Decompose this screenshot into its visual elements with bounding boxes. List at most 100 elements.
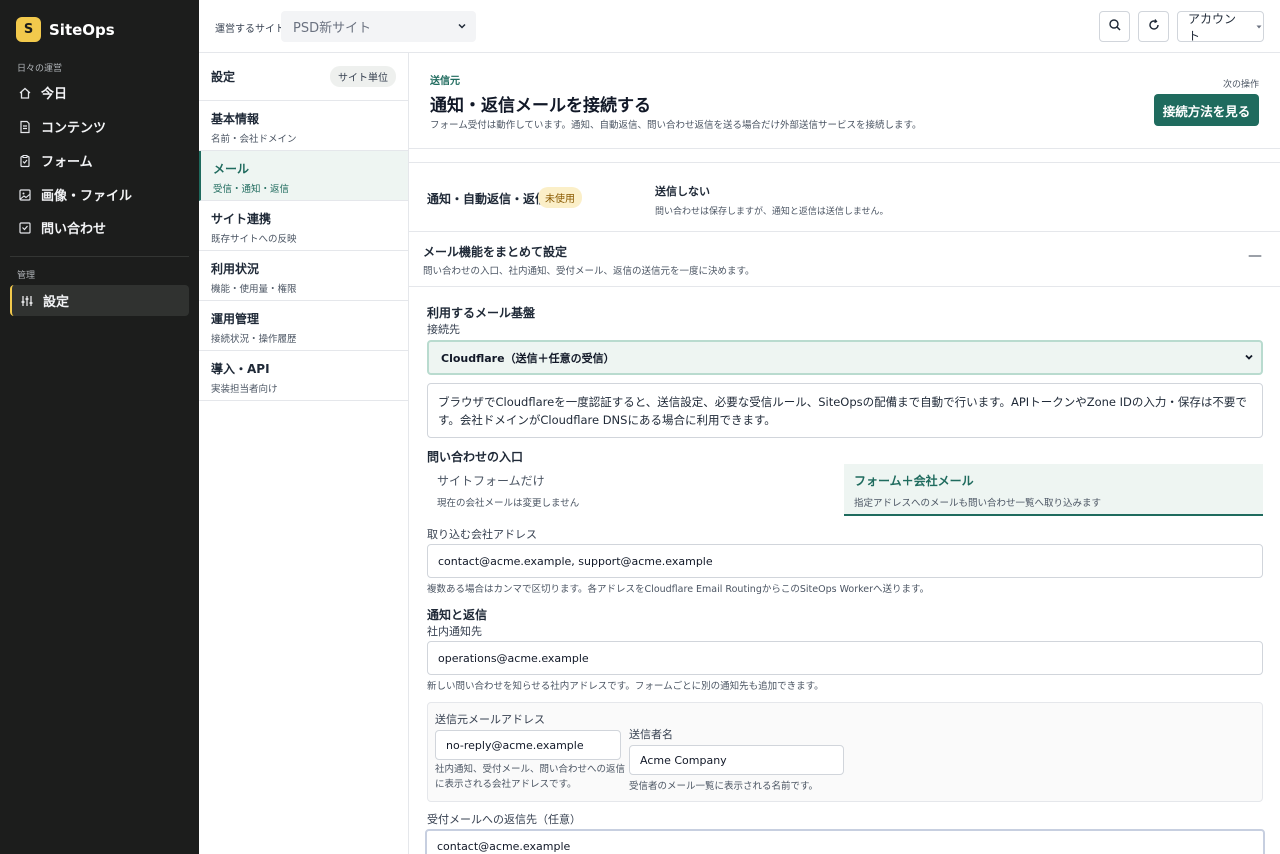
page-title: 通知・返信メールを接続する [430,96,651,116]
reply-to-label: 受付メールへの返信先（任意） [427,813,581,826]
hero-section: 送信元 通知・返信メールを接続する フォーム受付は動作しています。通知、自動返信… [409,53,1280,149]
sender-address-label: 送信元メールアドレス [435,713,545,726]
settings-nav-title: 設定 [211,70,236,84]
import-address-help: 複数ある場合はカンマで区切ります。各アドレスをCloudflare Email … [427,584,930,595]
hero-description: フォーム受付は動作しています。通知、自動返信、問い合わせ返信を送る場合だけ外部送… [430,120,922,131]
sidebar-item-forms[interactable]: フォーム [10,145,189,176]
settings-nav-item-sub: 実装担当者向け [211,384,278,395]
sidebar-item-settings[interactable]: 設定 [10,285,189,316]
settings-nav-item-title: 基本情報 [211,112,260,126]
hero-eyebrow: 送信元 [430,76,460,87]
home-icon [18,86,32,100]
status-badge: 未使用 [538,187,582,208]
status-label: 通知・自動返信・返信 [427,192,548,206]
document-icon [18,120,32,134]
scope-badge: サイト単位 [330,66,396,87]
topbar: 運営するサイト PSD新サイト アカウント [199,0,1280,53]
sidebar-item-label: 画像・ファイル [41,189,133,204]
entry-option-sub: 指定アドレスへのメールも問い合わせ一覧へ取り込みます [854,498,1102,509]
refresh-icon [1147,18,1161,35]
settings-nav-item-mail[interactable]: メール 受信・通知・返信 [199,151,408,201]
sidebar-section-daily: 日々の運営 [17,64,63,74]
brand-name: SiteOps [49,20,115,39]
sidebar-item-today[interactable]: 今日 [10,77,189,108]
connect-label: 接続先 [427,323,460,336]
settings-nav-item-sub: 機能・使用量・権限 [211,284,297,295]
settings-nav-item-integration[interactable]: サイト連携 既存サイトへの反映 [199,201,408,251]
connection-select[interactable]: Cloudflare（送信＋任意の受信） [427,340,1263,375]
entry-option-title: サイトフォームだけ [437,474,545,488]
settings-nav-item-basic[interactable]: 基本情報 名前・会社ドメイン [199,101,408,151]
caret-down-icon [1255,20,1263,34]
settings-nav-header: 設定 サイト単位 [199,53,408,101]
settings-nav-item-sub: 接続状況・操作履歴 [211,334,297,345]
sender-address-help: 社内通知、受付メール、問い合わせへの返信に表示される会社アドレスです。 [435,764,626,790]
notify-label: 社内通知先 [427,625,482,638]
status-description: 問い合わせは保存しますが、通知と返信は送信しません。 [655,207,889,217]
settings-nav-item-title: サイト連携 [211,212,272,226]
settings-nav-item-usage[interactable]: 利用状況 機能・使用量・権限 [199,251,408,301]
settings-nav-item-title: メール [213,162,250,176]
import-address-input[interactable]: contact@acme.example, support@acme.examp… [427,544,1263,578]
settings-nav-item-sub: 名前・会社ドメイン [211,134,297,145]
settings-nav: 設定 サイト単位 基本情報 名前・会社ドメイン メール 受信・通知・返信 サイト… [199,53,409,854]
notify-section-title: 通知と返信 [427,608,488,622]
entry-option-form-and-mail[interactable]: フォーム＋会社メール 指定アドレスへのメールも問い合わせ一覧へ取り込みます [844,464,1263,516]
connection-select-value: Cloudflare（送信＋任意の受信） [441,351,615,365]
search-button[interactable] [1099,11,1130,42]
settings-nav-item-api[interactable]: 導入・API 実装担当者向け [199,351,408,401]
brand-logo: S [16,17,41,42]
site-select-label: 運営するサイト [215,24,285,35]
refresh-button[interactable] [1138,11,1169,42]
site-select[interactable]: PSD新サイト [281,11,476,42]
view-connection-button[interactable]: 接続方法を見る [1154,94,1259,126]
sidebar-item-content[interactable]: コンテンツ [10,111,189,142]
sender-name-input[interactable]: Acme Company [629,745,844,775]
notify-help: 新しい問い合わせを知らせる社内アドレスです。フォームごとに別の通知先も追加できま… [427,681,824,692]
search-icon [1108,18,1122,35]
reply-to-input[interactable]: contact@acme.example [425,829,1265,854]
entry-option-title: フォーム＋会社メール [854,474,974,488]
sidebar-item-inquiries[interactable]: 問い合わせ [10,212,189,243]
brand[interactable]: S SiteOps [16,17,115,42]
settings-nav-item-title: 利用状況 [211,262,260,276]
sidebar-divider [10,256,189,257]
chevron-down-icon [1243,351,1255,366]
sender-address-input[interactable]: no-reply@acme.example [435,730,621,760]
sidebar-section-admin: 管理 [17,271,36,281]
notify-input[interactable]: operations@acme.example [427,641,1263,675]
account-menu-button[interactable]: アカウント [1177,11,1264,43]
settings-nav-item-title: 運用管理 [211,312,260,326]
entry-option-sub: 現在の会社メールは変更しません [437,498,580,509]
sidebar-item-label: コンテンツ [41,121,107,136]
account-label: アカウント [1188,11,1237,43]
collapse-icon[interactable]: — [1248,248,1262,264]
sidebar-item-label: 設定 [43,295,70,310]
inbox-icon [18,221,32,235]
settings-nav-item-sub: 受信・通知・返信 [213,184,290,195]
sidebar-item-media[interactable]: 画像・ファイル [10,179,189,210]
import-address-label: 取り込む会社アドレス [427,528,537,541]
clipboard-icon [18,154,32,168]
main-panel: 送信元 通知・返信メールを接続する フォーム受付は動作しています。通知、自動返信… [409,53,1280,854]
sidebar: S SiteOps 日々の運営 今日 コンテンツ フォーム 画像・ファイル 問い… [0,0,199,854]
accordion-description: 問い合わせの入口、社内通知、受付メール、返信の送信元を一度に決めます。 [423,266,755,277]
next-action-label: 次の操作 [1222,80,1259,90]
sender-name-help: 受信者のメール一覧に表示される名前です。 [629,781,819,792]
cloudflare-info: ブラウザでCloudflareを一度認証すると、送信設定、必要な受信ルール、Si… [427,383,1263,438]
entry-option-site-form[interactable]: サイトフォームだけ 現在の会社メールは変更しません [427,464,844,516]
image-icon [18,188,32,202]
site-select-value: PSD新サイト [293,21,372,36]
settings-nav-item-operations[interactable]: 運用管理 接続状況・操作履歴 [199,301,408,351]
sender-name-label: 送信者名 [629,728,673,741]
mail-status-row: 通知・自動返信・返信 未使用 送信しない 問い合わせは保存しますが、通知と返信は… [409,162,1280,232]
settings-nav-item-sub: 既存サイトへの反映 [211,234,297,245]
entry-label: 問い合わせの入口 [427,450,524,464]
sliders-icon [20,294,34,308]
accordion-title: メール機能をまとめて設定 [423,245,568,259]
status-title: 送信しない [655,185,710,198]
mail-settings-accordion[interactable]: メール機能をまとめて設定 問い合わせの入口、社内通知、受付メール、返信の送信元を… [409,232,1280,287]
settings-nav-item-title: 導入・API [211,362,270,376]
sidebar-item-label: フォーム [41,155,93,170]
sidebar-item-label: 問い合わせ [41,222,107,237]
